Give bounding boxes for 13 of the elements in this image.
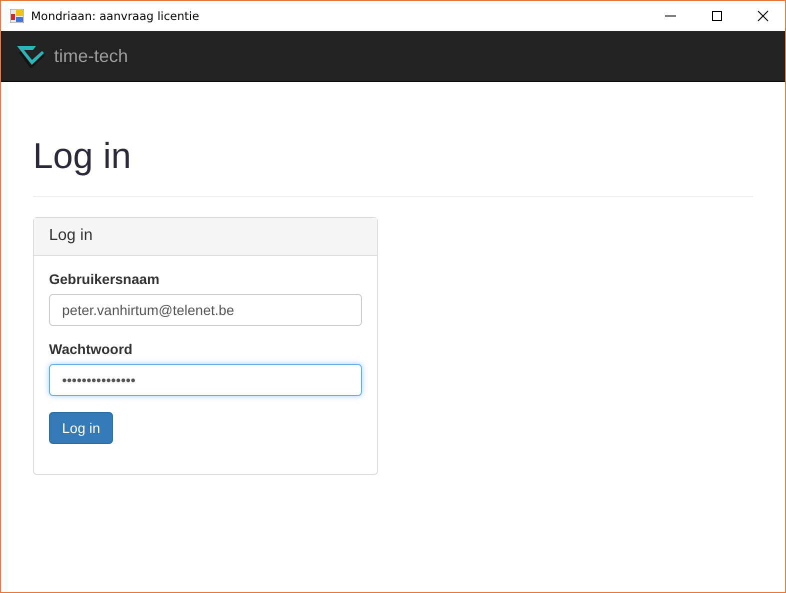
- maximize-icon[interactable]: [711, 10, 723, 22]
- panel-title: Log in: [49, 227, 93, 244]
- input-field[interactable]: •••••••••••••••: [49, 364, 362, 396]
- login-button[interactable]: Log in: [49, 412, 114, 444]
- input-field[interactable]: peter.vanhirtum@telenet.be: [49, 294, 362, 326]
- app-icon: [10, 9, 24, 23]
- close-icon[interactable]: [757, 10, 769, 22]
- brand-name[interactable]: time-tech: [54, 46, 128, 66]
- field-label: Wachtwoord: [49, 341, 134, 357]
- logo-icon: [16, 43, 46, 69]
- page-heading: Log in: [33, 134, 132, 178]
- field-label: Gebruikersnaam: [49, 271, 160, 287]
- window-title: Mondriaan: aanvraag licentie: [31, 9, 200, 23]
